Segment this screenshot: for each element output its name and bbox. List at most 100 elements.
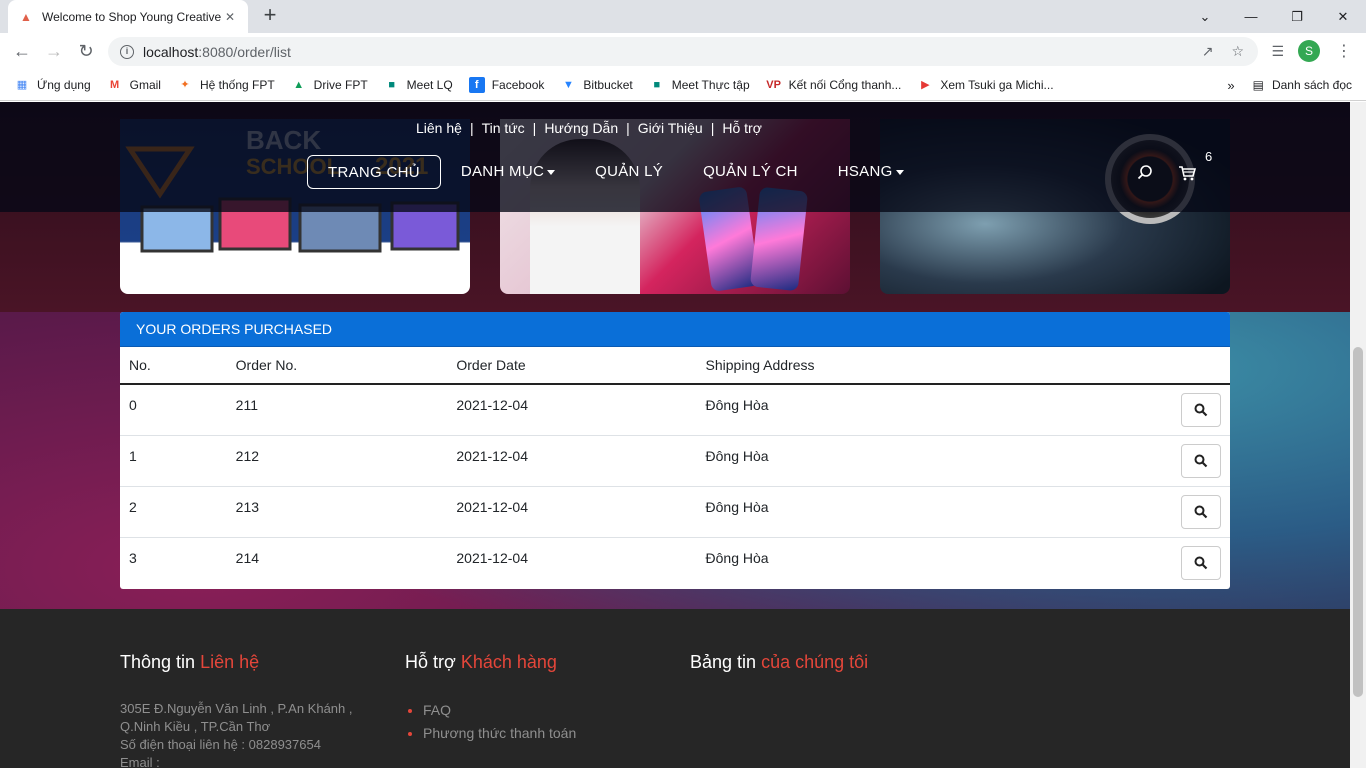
cell-order-date: 2021-12-04 [447,434,697,486]
shop-favicon-icon: ▲ [20,9,32,24]
bitbucket-icon: ▼ [562,78,574,91]
view-order-button[interactable] [1181,494,1221,529]
footer-news-heading: Bảng tin của chúng tôi [690,652,869,672]
footer-support: Hỗ trợ Khách hàng FAQ Phương thức thanh … [405,652,576,745]
reading-list-icon: ▤ [1252,78,1264,92]
drive-icon: ▲ [293,78,305,91]
hero-banner-area: BACK SCHOOL 2021 Liên hệ| Tin tức| Hướng… [0,102,1350,312]
minimize-button[interactable]: — [1228,0,1274,33]
cell-no: 2 [120,485,227,537]
caret-down-icon [895,169,904,175]
table-row: 1 212 2021-12-04 Đông Hòa [120,434,1230,486]
reading-list[interactable]: Danh sách đọc [1272,78,1352,92]
cell-order-no: 212 [226,434,448,486]
browser-tab-strip: ▲ Welcome to Shop Young Creative ✕ + ⌄ —… [0,0,1366,33]
apps-grid-icon: ▦ [16,79,28,91]
nav-category-label: DANH MỤC [460,163,545,180]
footer-support-heading: Hỗ trợ Khách hàng [405,652,557,672]
top-link-guide[interactable]: Hướng Dẫn [544,120,618,136]
table-row: 3 214 2021-12-04 Đông Hòa [120,536,1230,588]
cart-icon[interactable] [1178,164,1196,182]
forward-arrow-icon[interactable]: → [38,35,70,67]
bookmark-gmail[interactable]: M Gmail [107,77,161,93]
col-header-action [1052,347,1230,385]
view-order-button[interactable] [1181,443,1221,478]
bookmark-tsuki[interactable]: ▶ Xem Tsuki ga Michi... [917,77,1053,93]
footer-support-list: FAQ Phương thức thanh toán [405,699,576,745]
reload-icon[interactable]: ↻ [70,35,102,67]
view-order-button[interactable] [1181,545,1221,580]
col-header-no: No. [120,347,227,385]
media-control-icon[interactable]: ☰ [1271,43,1284,60]
close-tab-icon[interactable]: ✕ [222,10,238,24]
page-scrollbar[interactable] [1350,102,1366,768]
nav-manage[interactable]: QUẢN LÝ [575,155,683,189]
new-tab-button[interactable]: + [258,4,282,28]
share-icon[interactable]: ↗ [1202,43,1214,60]
footer-address: 305E Đ.Nguyễn Văn Linh , P.An Khánh , Q.… [120,701,353,768]
search-icon [1194,505,1208,518]
browser-toolbar: ← → ↻ i localhost:8080/order/list ↗ ☆ ☰ … [0,33,1366,69]
cell-no: 0 [129,397,137,413]
cell-shipping-address: Đông Hòa [696,536,1052,588]
address-bar[interactable]: i localhost:8080/order/list ↗ ☆ [108,37,1258,66]
facebook-icon: f [468,76,485,93]
orders-card: YOUR ORDERS PURCHASED No. Order No. Orde… [120,312,1230,589]
tab-title: Welcome to Shop Young Creative [42,9,222,24]
footer-link-faq[interactable]: FAQ [423,699,576,722]
meet-icon: ■ [388,78,395,91]
browser-tab[interactable]: ▲ Welcome to Shop Young Creative ✕ [8,0,248,33]
menu-kebab-icon[interactable]: ⋮ [1336,41,1352,61]
bookmarks-bar: ▦ Ứng dụng M Gmail ✦ Hệ thống FPT ▲ Drive FP… [0,69,1366,101]
page-content: BACK SCHOOL 2021 Liên hệ| Tin tức| Hướng… [0,102,1350,768]
profile-avatar[interactable]: S [1298,40,1320,62]
bookmark-meet-thuc-tap[interactable]: ■ Meet Thực tập [649,77,749,93]
nav-user-label: HSANG [837,163,893,180]
footer-contact: Thông tin Liên hệ 305E Đ.Nguyễn Văn Linh… [120,652,352,768]
site-info-icon[interactable]: i [120,44,134,59]
bookmark-apps[interactable]: ▦ Ứng dụng [14,77,91,93]
cell-shipping-address: Đông Hòa [696,485,1052,537]
meet-icon: ■ [653,78,661,91]
tab-search-chevron-icon[interactable]: ⌄ [1182,0,1228,33]
bookmark-vp[interactable]: VP Kết nối Cổng thanh... [766,77,901,93]
top-link-news[interactable]: Tin tức [482,120,525,136]
nav-category[interactable]: DANH MỤC [441,155,575,189]
col-header-order-date: Order Date [447,347,697,385]
fpt-icon: ✦ [180,79,190,91]
cell-order-no: 213 [226,485,448,537]
search-icon[interactable] [1137,164,1153,180]
nav-user[interactable]: HSANG [818,155,924,189]
main-nav: TRANG CHỦ DANH MỤC QUẢN LÝ QUẢN LÝ CH HS… [307,155,924,189]
close-window-button[interactable]: ✕ [1320,0,1366,33]
back-arrow-icon[interactable]: ← [6,35,38,67]
bookmark-drive[interactable]: ▲ Drive FPT [291,77,367,93]
bookmark-meet-lq[interactable]: ■ Meet LQ [384,77,452,93]
top-link-about[interactable]: Giới Thiệu [638,120,703,136]
gmail-icon: M [110,78,120,91]
site-footer: Thông tin Liên hệ 305E Đ.Nguyễn Văn Linh… [0,609,1350,768]
nav-manage-store[interactable]: QUẢN LÝ CH [683,155,818,189]
orders-card-title: YOUR ORDERS PURCHASED [120,312,1230,347]
nav-home[interactable]: TRANG CHỦ [307,155,441,189]
col-header-order-no: Order No. [226,347,448,385]
more-bookmarks-icon[interactable]: » [1227,78,1234,93]
bookmark-bitbucket[interactable]: ▼ Bitbucket [560,77,633,93]
table-row: 0 211 2021-12-04 Đông Hòa [120,384,1230,435]
top-link-contact[interactable]: Liên hệ [416,120,462,136]
bookmark-fpt[interactable]: ✦ Hệ thống FPT [177,77,274,93]
table-header-row: No. Order No. Order Date Shipping Addres… [120,347,1230,385]
bookmark-star-icon[interactable]: ☆ [1231,43,1244,60]
view-order-button[interactable] [1181,393,1221,427]
cell-no: 3 [120,536,227,588]
bookmark-facebook[interactable]: f Facebook [468,76,544,93]
caret-down-icon [547,169,556,175]
cell-no: 1 [120,434,227,486]
cell-shipping-address: Đông Hòa [696,434,1052,486]
restore-button[interactable]: ❐ [1274,0,1320,33]
vp-icon: VP [766,78,781,91]
scrollbar-thumb[interactable] [1353,347,1363,697]
footer-contact-heading: Thông tin Liên hệ [120,652,260,672]
footer-link-payment[interactable]: Phương thức thanh toán [423,722,576,745]
top-link-support[interactable]: Hỗ trợ [722,120,762,136]
